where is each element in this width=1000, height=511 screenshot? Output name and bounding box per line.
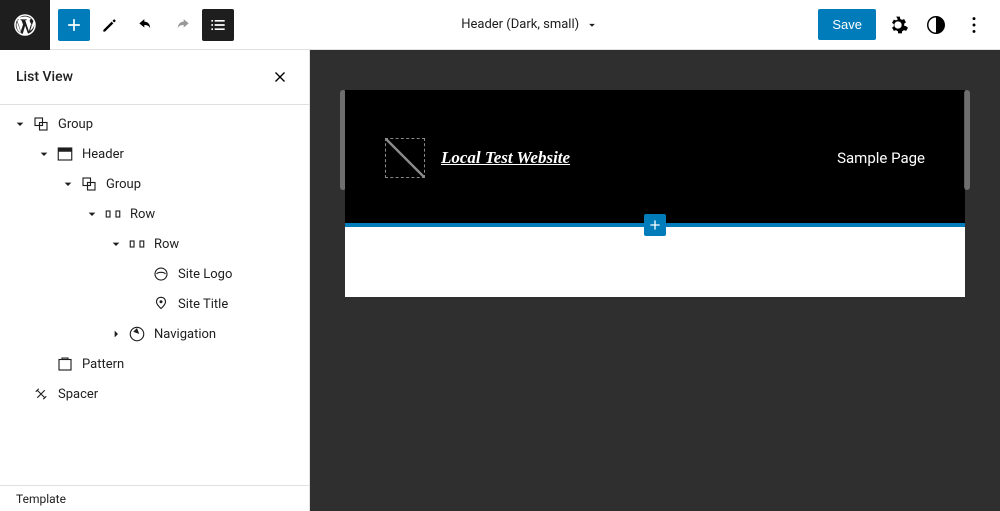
styles-button[interactable]	[920, 9, 952, 41]
tree-item-site-title[interactable]: Site Title	[0, 289, 309, 319]
navigation-item[interactable]: Sample Page	[837, 149, 925, 167]
block-insertion-line[interactable]	[345, 223, 965, 227]
tree-item-label: Site Title	[178, 297, 228, 312]
list-view-icon	[208, 15, 228, 35]
pencil-icon	[100, 15, 120, 35]
template-selector[interactable]: Header (Dark, small)	[242, 17, 818, 32]
list-view-panel: List View Group Header Group Row Row Site Log…	[0, 50, 310, 511]
tree-item-row[interactable]: Row	[0, 199, 309, 229]
tree-item-label: Site Logo	[178, 267, 232, 282]
tree-item-label: Navigation	[154, 327, 216, 342]
redo-icon	[172, 15, 192, 35]
tree-item-navigation[interactable]: Navigation	[0, 319, 309, 349]
tree-toggle[interactable]	[82, 204, 102, 224]
more-vertical-icon	[963, 14, 985, 36]
tree-item-header[interactable]: Header	[0, 139, 309, 169]
save-button[interactable]: Save	[818, 9, 876, 40]
undo-button[interactable]	[130, 9, 162, 41]
close-icon	[271, 68, 289, 86]
tree-item-pattern[interactable]: Pattern	[0, 349, 309, 379]
tree-toggle[interactable]	[34, 144, 54, 164]
site-title-block[interactable]: Local Test Website	[441, 148, 570, 168]
content-area[interactable]	[345, 227, 965, 297]
inline-inserter-button[interactable]	[644, 214, 666, 236]
tree-item-group[interactable]: Group	[0, 169, 309, 199]
group-icon	[30, 115, 52, 133]
tree-item-row[interactable]: Row	[0, 229, 309, 259]
wordpress-icon	[13, 13, 37, 37]
styles-icon	[925, 14, 947, 36]
tree-item-group[interactable]: Group	[0, 109, 309, 139]
gear-icon	[887, 14, 909, 36]
editor-canvas[interactable]: Local Test Website Sample Page	[345, 90, 965, 297]
list-view-title: List View	[16, 69, 73, 85]
tree-toggle[interactable]	[106, 234, 126, 254]
template-name: Header (Dark, small)	[461, 17, 579, 32]
top-toolbar: Header (Dark, small) Save	[0, 0, 1000, 50]
plus-icon	[647, 217, 663, 233]
chevron-down-icon	[585, 18, 599, 32]
block-inserter-button[interactable]	[58, 9, 90, 41]
tree-item-label: Row	[130, 207, 155, 222]
tree-toggle	[130, 264, 150, 284]
tree-toggle	[34, 354, 54, 374]
header-icon	[54, 145, 76, 163]
close-list-view-button[interactable]	[267, 64, 293, 90]
header-block[interactable]: Local Test Website Sample Page	[345, 90, 965, 225]
tree-toggle	[130, 294, 150, 314]
tree-item-label: Group	[106, 177, 141, 192]
list-view-button[interactable]	[202, 9, 234, 41]
tree-item-label: Pattern	[82, 357, 124, 372]
tree-toggle	[10, 384, 30, 404]
group-icon	[78, 175, 100, 193]
tree-item-label: Group	[58, 117, 93, 132]
scroll-indicator	[964, 90, 970, 190]
row-icon	[126, 235, 148, 253]
tree-item-site-logo[interactable]: Site Logo	[0, 259, 309, 289]
plus-icon	[64, 15, 84, 35]
sitetitle-icon	[150, 295, 172, 313]
tree-toggle[interactable]	[58, 174, 78, 194]
sitelogo-icon	[150, 265, 172, 283]
wp-logo-button[interactable]	[0, 0, 50, 50]
tree-item-spacer[interactable]: Spacer	[0, 379, 309, 409]
tools-button[interactable]	[94, 9, 126, 41]
tree-toggle[interactable]	[106, 324, 126, 344]
redo-button[interactable]	[166, 9, 198, 41]
pattern-icon	[54, 355, 76, 373]
spacer-icon	[30, 385, 52, 403]
options-button[interactable]	[958, 9, 990, 41]
tree-item-label: Spacer	[58, 387, 98, 402]
undo-icon	[136, 15, 156, 35]
site-logo-placeholder[interactable]	[385, 138, 425, 178]
breadcrumb[interactable]: Template	[0, 485, 309, 511]
tree-toggle[interactable]	[10, 114, 30, 134]
tree-item-label: Header	[82, 147, 124, 162]
editor-canvas-area: Local Test Website Sample Page	[310, 50, 1000, 511]
navigation-icon	[126, 325, 148, 343]
settings-button[interactable]	[882, 9, 914, 41]
row-icon	[102, 205, 124, 223]
block-tree: Group Header Group Row Row Site Logo Site Titl…	[0, 104, 309, 485]
tree-item-label: Row	[154, 237, 179, 252]
